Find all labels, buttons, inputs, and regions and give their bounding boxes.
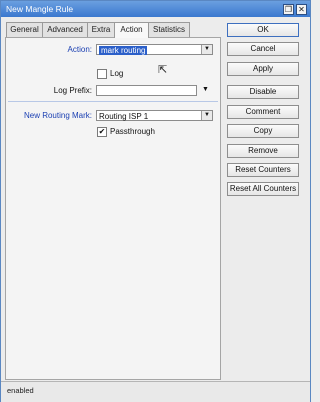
tab-general[interactable]: General — [6, 22, 43, 37]
log-checkbox[interactable] — [97, 69, 107, 79]
action-value: mark routing — [99, 46, 148, 55]
tab-action[interactable]: Action — [114, 22, 149, 38]
reset-all-counters-button[interactable]: Reset All Counters — [227, 182, 299, 196]
log-prefix-label: Log Prefix: — [53, 86, 92, 95]
chevron-down-icon[interactable]: ▼ — [202, 86, 209, 93]
routing-mark-label: New Routing Mark: — [23, 111, 92, 120]
comment-button[interactable]: Comment — [227, 105, 299, 119]
status-bar: enabled — [1, 381, 310, 402]
status-text: enabled — [7, 386, 34, 395]
log-checkbox-label: Log — [110, 69, 124, 78]
close-icon[interactable]: ✕ — [296, 4, 307, 15]
copy-button[interactable]: Copy — [227, 124, 299, 138]
window-title: New Mangle Rule — [6, 4, 74, 14]
reset-counters-button[interactable]: Reset Counters — [227, 163, 299, 177]
passthrough-label: Passthrough — [110, 127, 155, 136]
action-label: Action: — [67, 45, 92, 54]
chevron-down-icon[interactable]: ▼ — [201, 111, 212, 120]
tab-statistics[interactable]: Statistics — [148, 22, 190, 37]
tab-extra[interactable]: Extra — [87, 22, 115, 37]
log-prefix-input[interactable] — [96, 85, 197, 96]
mangle-rule-window: New Mangle Rule ❐ ✕ General Advanced Ext… — [0, 0, 311, 402]
title-bar[interactable]: New Mangle Rule ❐ ✕ — [1, 1, 310, 17]
separator — [8, 101, 218, 102]
disable-button[interactable]: Disable — [227, 85, 299, 99]
passthrough-checkbox[interactable]: ✔ — [97, 127, 107, 137]
ok-button[interactable]: OK — [227, 23, 299, 37]
routing-mark-select[interactable]: Routing ISP 1 ▼ — [96, 110, 213, 121]
mouse-pointer-icon: ⇱ — [158, 64, 168, 76]
check-icon: ✔ — [98, 127, 106, 136]
cancel-button[interactable]: Cancel — [227, 42, 299, 56]
remove-button[interactable]: Remove — [227, 144, 299, 158]
action-select[interactable]: mark routing ▼ — [96, 44, 213, 55]
apply-button[interactable]: Apply — [227, 62, 299, 76]
routing-mark-value: Routing ISP 1 — [99, 112, 149, 121]
restore-icon[interactable]: ❐ — [283, 4, 294, 15]
tab-advanced[interactable]: Advanced — [42, 22, 88, 37]
action-panel: Action: mark routing ▼ Log Log Prefix: ▼… — [5, 37, 221, 380]
chevron-down-icon[interactable]: ▼ — [201, 45, 212, 54]
